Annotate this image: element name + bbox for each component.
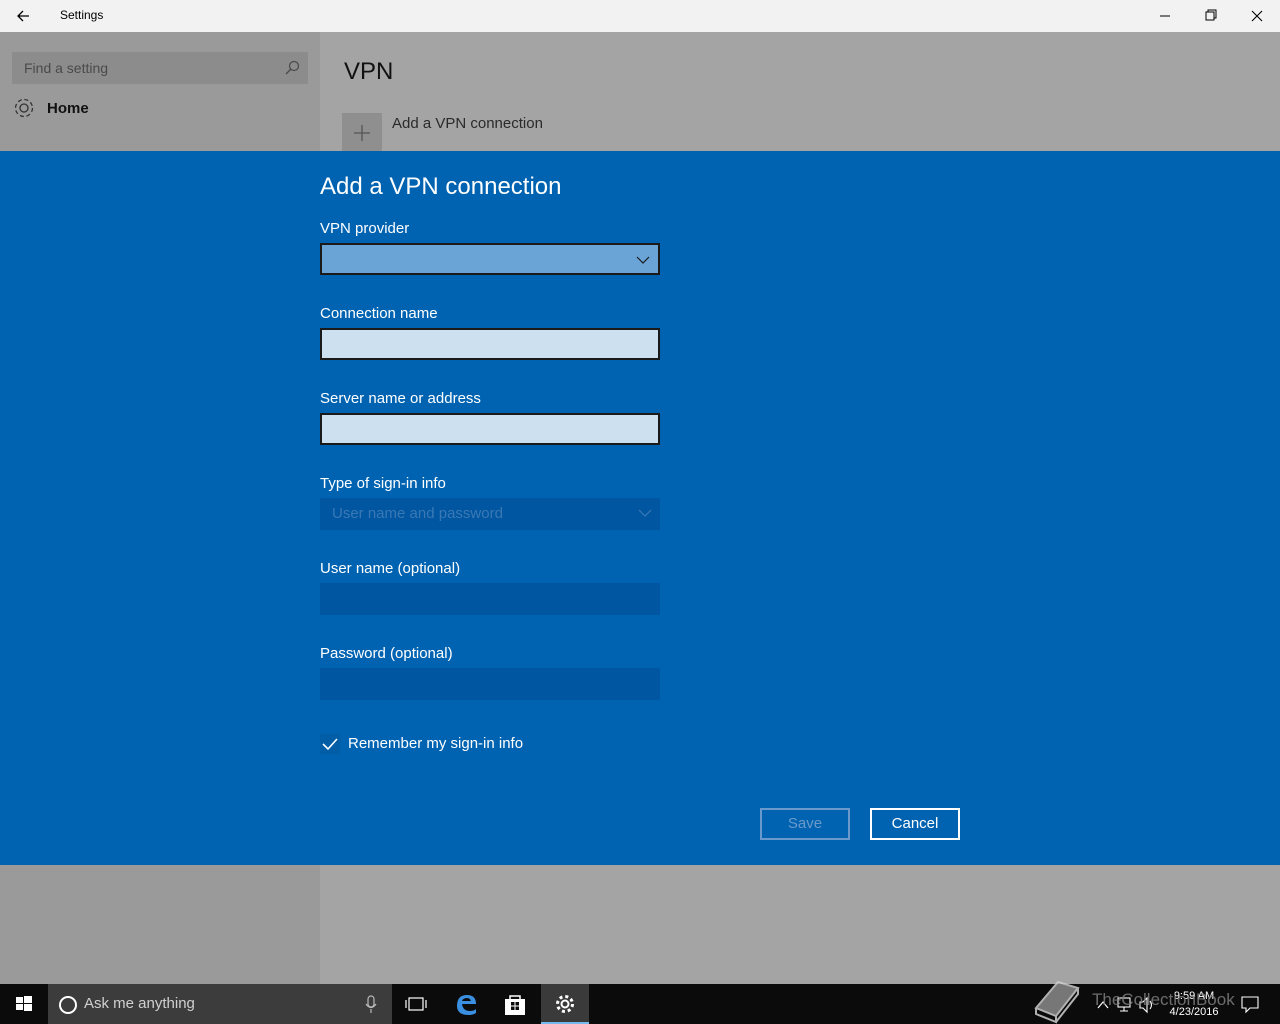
maximize-icon bbox=[1205, 9, 1217, 21]
checkmark-icon bbox=[322, 738, 338, 751]
restore-button[interactable] bbox=[1188, 0, 1234, 32]
search-placeholder: Find a setting bbox=[24, 60, 109, 76]
store-taskbar-button[interactable] bbox=[491, 984, 539, 1024]
signin-type-label: Type of sign-in info bbox=[320, 475, 446, 492]
settings-taskbar-button[interactable] bbox=[541, 984, 589, 1024]
search-icon bbox=[285, 60, 300, 75]
connection-name-field[interactable] bbox=[320, 328, 660, 360]
edge-taskbar-button[interactable] bbox=[442, 984, 490, 1024]
save-button[interactable]: Save bbox=[760, 808, 850, 840]
vpn-provider-select[interactable] bbox=[320, 243, 660, 275]
windows-logo-icon bbox=[16, 996, 32, 1011]
minimize-icon bbox=[1160, 15, 1170, 17]
edge-icon bbox=[457, 995, 476, 1015]
close-button[interactable] bbox=[1234, 0, 1280, 32]
title-bar: Settings bbox=[0, 0, 1280, 32]
start-button[interactable] bbox=[0, 984, 48, 1024]
signin-type-select[interactable]: User name and password bbox=[320, 498, 660, 530]
watermark: TheCollectionBook bbox=[1028, 974, 1238, 1024]
dialog-title: Add a VPN connection bbox=[320, 173, 562, 200]
cortana-search-box[interactable]: Ask me anything bbox=[48, 984, 392, 1024]
taskbar-search-placeholder: Ask me anything bbox=[84, 995, 195, 1012]
plus-icon bbox=[354, 125, 370, 141]
password-label: Password (optional) bbox=[320, 645, 453, 662]
find-setting-search[interactable]: Find a setting bbox=[12, 52, 308, 84]
chevron-down-icon bbox=[638, 509, 652, 517]
watermark-text: TheCollectionBook bbox=[1092, 990, 1235, 1009]
gear-icon[interactable] bbox=[12, 96, 36, 120]
connection-name-label: Connection name bbox=[320, 305, 438, 322]
minimize-button[interactable] bbox=[1142, 0, 1188, 32]
window-title: Settings bbox=[60, 8, 104, 22]
server-label: Server name or address bbox=[320, 390, 481, 407]
task-view-icon bbox=[405, 997, 427, 1011]
remember-checkbox[interactable] bbox=[320, 734, 340, 754]
add-vpn-label[interactable]: Add a VPN connection bbox=[392, 115, 543, 132]
settings-icon bbox=[556, 995, 574, 1013]
remember-label[interactable]: Remember my sign-in info bbox=[348, 735, 523, 752]
home-link[interactable]: Home bbox=[47, 100, 89, 117]
add-vpn-button[interactable] bbox=[342, 113, 382, 153]
username-field[interactable] bbox=[320, 583, 660, 615]
book-icon bbox=[1034, 980, 1080, 1024]
notification-icon[interactable] bbox=[1236, 994, 1264, 1014]
server-field[interactable] bbox=[320, 413, 660, 445]
task-view-button[interactable] bbox=[392, 984, 440, 1024]
username-label: User name (optional) bbox=[320, 560, 461, 577]
microphone-icon[interactable] bbox=[364, 994, 378, 1014]
cortana-icon bbox=[59, 996, 77, 1014]
page-title: VPN bbox=[344, 58, 394, 85]
add-vpn-dialog: Add a VPN connection VPN provider Connec… bbox=[0, 151, 1280, 865]
cancel-button[interactable]: Cancel bbox=[870, 808, 960, 840]
store-icon bbox=[505, 995, 525, 1015]
vpn-provider-label: VPN provider bbox=[320, 220, 410, 237]
chevron-down-icon bbox=[636, 256, 650, 264]
back-arrow-icon[interactable] bbox=[12, 6, 36, 26]
signin-type-value: User name and password bbox=[332, 505, 503, 522]
close-icon bbox=[1251, 10, 1263, 22]
password-field[interactable] bbox=[320, 668, 660, 700]
